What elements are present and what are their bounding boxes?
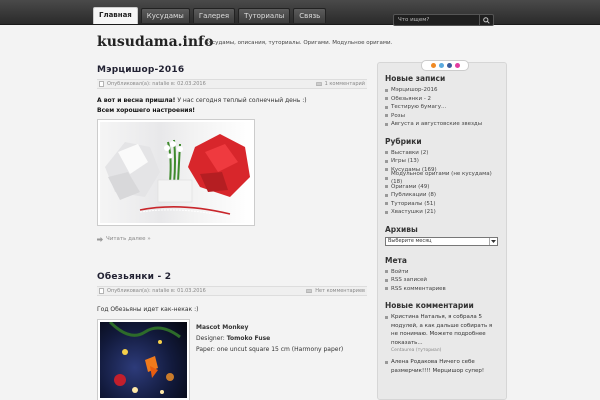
search-button[interactable] <box>479 15 493 25</box>
category-link[interactable]: Модульное оригами (не кусудама) (18) <box>385 171 499 185</box>
document-icon <box>99 288 104 294</box>
meta-link-rss-posts[interactable]: RSS записей <box>385 276 499 285</box>
post-image[interactable] <box>97 119 255 226</box>
search-input[interactable] <box>394 15 479 25</box>
model-info: Mascot Monkey Designer: Tomoko Fuse Pape… <box>196 319 343 400</box>
comment-text: Кристина Наталья, я собрала 5 модулей, а… <box>391 314 493 346</box>
monkey-photo <box>108 322 181 394</box>
post-meta: Опубликовал(а): natalie в: 02.03.2016 1 … <box>97 79 367 89</box>
category-link[interactable]: Игры (13) <box>385 157 499 166</box>
kusudama-photo <box>105 134 250 218</box>
meta-link-login[interactable]: Войти <box>385 268 499 277</box>
top-bar: Главная Кусудамы Галерея Туториалы Связь <box>0 0 600 26</box>
widget-title: Новые комментарии <box>385 301 474 310</box>
comments-link[interactable]: 1 комментарий <box>325 81 365 87</box>
post-2: Обезьянки - 2 Опубликовал(а): natalie в:… <box>97 269 367 400</box>
widget-recent-comments: Новые комментарии Кристина Наталья, я со… <box>378 293 506 375</box>
tab-home[interactable]: Главная <box>93 7 138 24</box>
category-link[interactable]: Публикации (8) <box>385 191 499 200</box>
category-link[interactable]: Выставки (2) <box>385 149 499 158</box>
comment-source: Centaurea (туториал) <box>391 348 442 353</box>
meta-link-rss-comments[interactable]: RSS комментариев <box>385 285 499 294</box>
post-highlight: А вот и весна пришла! <box>97 97 176 104</box>
archive-select[interactable]: Выберите месяц <box>385 236 498 246</box>
post-body: А вот и весна пришла! У нас сегодня тепл… <box>97 89 367 226</box>
post-text: У нас сегодня теплый солнечный день :) <box>175 97 307 104</box>
read-more-link[interactable]: Читать далее » <box>97 236 367 242</box>
widget-archives: Архивы Выберите месяц <box>378 217 506 246</box>
recent-comment[interactable]: Кристина Наталья, я собрала 5 модулей, а… <box>385 313 499 355</box>
social-links <box>421 60 469 71</box>
recent-post-link[interactable]: Тестирую бумагу... <box>385 103 499 112</box>
twitter-icon[interactable] <box>438 63 444 68</box>
post-title[interactable]: Мэрцишор-2016 <box>97 62 367 79</box>
tab-tutorials[interactable]: Туториалы <box>238 8 291 23</box>
category-link[interactable]: Хвастушки (21) <box>385 208 499 217</box>
post-meta-text: Опубликовал(а): natalie в: 01.03.2016 <box>107 288 206 294</box>
category-link[interactable]: Туториалы (51) <box>385 200 499 209</box>
post-text-bold: Всем хорошего настроения! <box>97 107 196 114</box>
search-icon <box>483 16 490 24</box>
recent-post-link[interactable]: Августа и августовские звезды <box>385 120 499 129</box>
designer-label: Designer: <box>196 335 227 342</box>
paper-info: Paper: one uncut square 15 cm (Harmony p… <box>196 346 344 353</box>
arrow-icon <box>97 236 103 242</box>
widget-title: Мета <box>385 255 407 265</box>
recent-post-link[interactable]: Розы <box>385 112 499 121</box>
archive-select-value: Выберите месяц <box>388 238 432 244</box>
widget-recent-posts: Новые записи Мэрцишор-2016 Обезьянки - 2… <box>378 63 506 129</box>
post-meta: Опубликовал(а): natalie в: 01.03.2016 Не… <box>97 286 367 296</box>
widget-title: Новые записи <box>385 74 446 83</box>
flickr-icon[interactable] <box>454 63 460 68</box>
widget-title: Архивы <box>385 224 418 234</box>
designer-name: Tomoko Fuse <box>226 335 271 342</box>
comments-link[interactable]: Нет комментариев <box>315 288 365 294</box>
comment-icon <box>315 81 322 86</box>
facebook-icon[interactable] <box>446 63 452 68</box>
model-title: Mascot Monkey <box>196 324 249 331</box>
recent-post-link[interactable]: Мэрцишор-2016 <box>385 86 499 95</box>
main-content: Мэрцишор-2016 Опубликовал(а): natalie в:… <box>97 62 367 400</box>
tab-gallery[interactable]: Галерея <box>192 8 236 23</box>
tab-contact[interactable]: Связь <box>293 8 327 23</box>
post-text: Год Обезьяны идет как-некак :) <box>97 306 199 313</box>
widget-title: Рубрики <box>385 136 422 146</box>
recent-post-link[interactable]: Обезьянки - 2 <box>385 95 499 104</box>
comment-text: Алена Родакова Ничего себе размерчик!!!!… <box>391 359 485 374</box>
widget-categories: Рубрики Выставки (2) Игры (13) Кусудамы … <box>378 129 506 217</box>
recent-comment[interactable]: Алена Родакова Ничего себе размерчик!!!!… <box>385 358 499 375</box>
site-description: Кусудамы, описания, туториалы. Оригами. … <box>205 40 393 46</box>
post-1: Мэрцишор-2016 Опубликовал(а): natalie в:… <box>97 62 367 242</box>
read-more-label: Читать далее » <box>106 236 151 242</box>
comment-icon <box>306 288 313 293</box>
sidebar: Новые записи Мэрцишор-2016 Обезьянки - 2… <box>377 60 507 400</box>
main-nav: Главная Кусудамы Галерея Туториалы Связь <box>93 7 327 24</box>
document-icon <box>99 81 104 87</box>
widget-meta: Мета Войти RSS записей RSS комментариев <box>378 246 506 294</box>
site-title[interactable]: kusudama.info <box>97 34 213 50</box>
search-box <box>393 14 494 26</box>
post-meta-text: Опубликовал(а): natalie в: 02.03.2016 <box>107 81 206 87</box>
post-image[interactable] <box>97 319 190 400</box>
tab-kusudamas[interactable]: Кусудамы <box>140 8 190 23</box>
rss-icon[interactable] <box>430 63 436 68</box>
post-title[interactable]: Обезьянки - 2 <box>97 269 367 286</box>
chevron-down-icon <box>491 239 496 243</box>
